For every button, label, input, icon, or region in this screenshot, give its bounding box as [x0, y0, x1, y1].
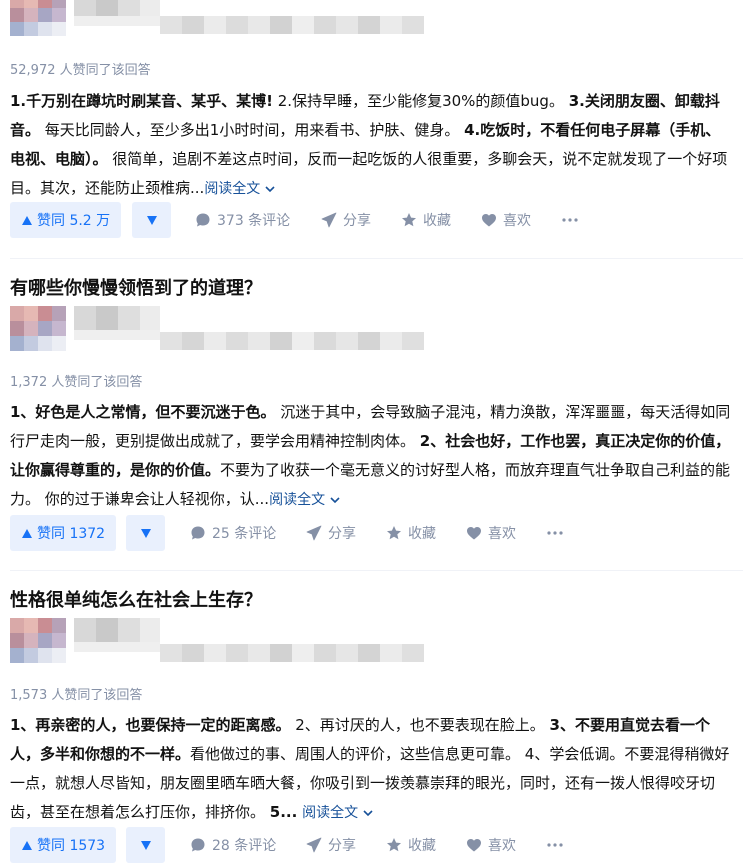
- excerpt-bold: 1、好色是人之常情，但不要沉迷于色。: [10, 403, 276, 421]
- paper-plane-icon: [306, 837, 322, 853]
- share-button[interactable]: 分享: [306, 515, 356, 551]
- question-title[interactable]: 性格很单纯怎么在社会上生存？: [10, 586, 262, 612]
- vote-label: 赞同 5.2 万: [37, 213, 111, 229]
- read-more-label: 阅读全文: [204, 181, 261, 197]
- excerpt-text: 2.保持早睡，至少能修复30%的颜值bug。: [272, 92, 569, 110]
- share-label: 分享: [343, 213, 371, 229]
- triangle-up-icon: [22, 840, 32, 850]
- like-button[interactable]: 喜欢: [466, 515, 516, 551]
- comment-count: 373 条评论: [217, 213, 291, 229]
- like-label: 喜欢: [503, 213, 531, 229]
- downvote-button[interactable]: [126, 827, 165, 863]
- action-bar: 赞同 5.2 万 373 条评论 分享 收藏 喜欢: [10, 202, 743, 238]
- agree-count: 1,372 人赞同了该回答: [10, 375, 143, 390]
- ellipsis-icon: [547, 531, 563, 535]
- speech-bubble-icon: [191, 526, 205, 540]
- collect-button[interactable]: 收藏: [386, 515, 436, 551]
- excerpt-bold: 1.千万别在蹲坑时刷某音、某乎、某博!: [10, 92, 273, 110]
- excerpt-text: 很简单，追剧不差这点时间，反而一起吃饭的人很重要，多聊会天，说不定就发现了一个好…: [10, 150, 728, 197]
- share-button[interactable]: 分享: [306, 827, 356, 863]
- collect-button[interactable]: 收藏: [386, 827, 436, 863]
- excerpt-bold: 5...: [269, 803, 298, 821]
- author-info-blurred: [10, 306, 430, 352]
- collect-label: 收藏: [408, 838, 436, 854]
- answer-excerpt[interactable]: 1、再亲密的人，也要保持一定的距离感。 2、再讨厌的人，也不要表现在脸上。 3、…: [10, 711, 735, 828]
- share-label: 分享: [328, 526, 356, 542]
- comment-button[interactable]: 373 条评论: [195, 202, 290, 238]
- answer-card: 52,972 人赞同了该回答 1.千万别在蹲坑时刷某音、某乎、某博! 2.保持早…: [0, 0, 753, 258]
- answer-excerpt[interactable]: 1、好色是人之常情，但不要沉迷于色。 沉迷于其中，会导致脑子混沌，精力涣散，浑浑…: [10, 398, 735, 515]
- vote-label: 赞同 1372: [37, 526, 106, 542]
- action-bar: 赞同 1372 25 条评论 分享 收藏 喜欢: [10, 515, 743, 551]
- like-label: 喜欢: [488, 526, 516, 542]
- more-button[interactable]: [562, 202, 578, 238]
- like-label: 喜欢: [488, 838, 516, 854]
- triangle-up-icon: [22, 215, 32, 225]
- read-more-link[interactable]: 阅读全文: [204, 181, 275, 197]
- agree-count: 52,972 人赞同了该回答: [10, 63, 151, 78]
- more-button[interactable]: [547, 515, 563, 551]
- upvote-button[interactable]: 赞同 1573: [10, 827, 117, 863]
- downvote-button[interactable]: [132, 202, 171, 238]
- collect-button[interactable]: 收藏: [401, 202, 451, 238]
- like-button[interactable]: 喜欢: [466, 827, 516, 863]
- share-label: 分享: [328, 838, 356, 854]
- answer-excerpt[interactable]: 1.千万别在蹲坑时刷某音、某乎、某博! 2.保持早睡，至少能修复30%的颜值bu…: [10, 87, 735, 204]
- excerpt-text: 每天比同龄人，至少多出1小时时间，用来看书、护肤、健身。: [40, 121, 465, 139]
- speech-bubble-icon: [196, 213, 210, 227]
- collect-label: 收藏: [423, 213, 451, 229]
- heart-icon: [482, 214, 496, 227]
- triangle-down-icon: [146, 215, 157, 225]
- comment-count: 25 条评论: [212, 526, 277, 542]
- author-info-blurred: [10, 0, 430, 40]
- star-icon: [402, 213, 416, 227]
- read-more-link[interactable]: 阅读全文: [302, 805, 373, 821]
- comment-button[interactable]: 28 条评论: [190, 827, 276, 863]
- vote-label: 赞同 1573: [37, 838, 106, 854]
- heart-icon: [467, 839, 481, 852]
- ellipsis-icon: [547, 843, 563, 847]
- answer-card: 性格很单纯怎么在社会上生存？ 1,573 人赞同了该回答 1、再亲密的人，也要保…: [0, 571, 753, 863]
- chevron-down-icon: [362, 809, 373, 816]
- read-more-label: 阅读全文: [302, 805, 359, 821]
- share-button[interactable]: 分享: [321, 202, 371, 238]
- upvote-button[interactable]: 赞同 5.2 万: [10, 202, 122, 238]
- chevron-down-icon: [265, 185, 275, 192]
- triangle-up-icon: [22, 528, 32, 538]
- paper-plane-icon: [306, 525, 322, 541]
- author-info-blurred: [10, 618, 430, 664]
- read-more-link[interactable]: 阅读全文: [269, 492, 340, 508]
- triangle-down-icon: [140, 528, 151, 538]
- paper-plane-icon: [321, 212, 337, 228]
- excerpt-bold: 1、再亲密的人，也要保持一定的距离感。: [10, 716, 291, 734]
- chevron-down-icon: [329, 496, 340, 503]
- answer-card: 有哪些你慢慢领悟到了的道理？ 1,372 人赞同了该回答 1、好色是人之常情，但…: [0, 259, 753, 570]
- read-more-label: 阅读全文: [269, 492, 326, 508]
- ellipsis-icon: [562, 218, 578, 222]
- comment-button[interactable]: 25 条评论: [190, 515, 276, 551]
- speech-bubble-icon: [191, 838, 205, 852]
- collect-label: 收藏: [408, 526, 436, 542]
- question-title[interactable]: 有哪些你慢慢领悟到了的道理？: [10, 274, 262, 300]
- star-icon: [387, 526, 401, 540]
- downvote-button[interactable]: [126, 515, 165, 551]
- upvote-button[interactable]: 赞同 1372: [10, 515, 117, 551]
- triangle-down-icon: [140, 840, 151, 850]
- action-bar: 赞同 1573 28 条评论 分享 收藏 喜欢: [10, 827, 743, 863]
- heart-icon: [467, 527, 481, 540]
- more-button[interactable]: [547, 827, 563, 863]
- comment-count: 28 条评论: [212, 838, 277, 854]
- excerpt-text: 2、再讨厌的人，也不要表现在脸上。: [290, 716, 550, 734]
- like-button[interactable]: 喜欢: [481, 202, 531, 238]
- star-icon: [387, 838, 401, 852]
- agree-count: 1,573 人赞同了该回答: [10, 688, 143, 703]
